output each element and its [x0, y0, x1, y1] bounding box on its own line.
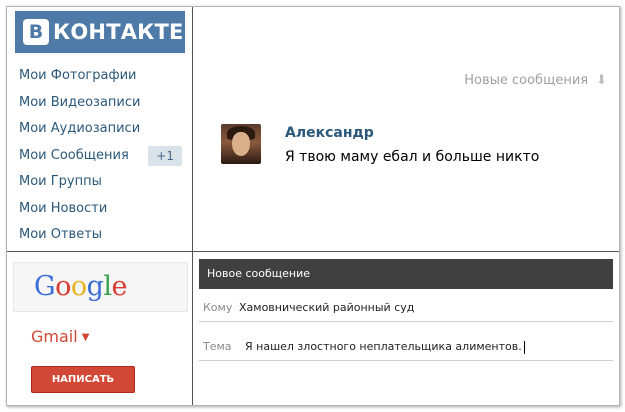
sidebar-item-answers[interactable]: Мои Ответы [19, 222, 184, 249]
vk-logo[interactable]: B КОНТАКТЕ [15, 11, 185, 53]
vk-logo-word: КОНТАКТЕ [53, 20, 184, 44]
sidebar-item-news[interactable]: Мои Новости [19, 196, 184, 223]
sidebar-menu: Мои Фотографии Мои Видеозаписи Мои Аудио… [19, 63, 184, 249]
sidebar-item-messages[interactable]: Мои Сообщения +1 [19, 143, 184, 170]
sidebar-item-label: Мои Ответы [19, 227, 103, 242]
sidebar-item-label: Мои Видеозаписи [19, 94, 141, 110]
avatar-face [232, 132, 250, 156]
google-logo[interactable]: Google [34, 271, 128, 302]
vk-logo-mark: B [23, 19, 49, 45]
subject-field[interactable]: Тема Я нашел злостного неплательщика али… [199, 333, 613, 361]
subject-label: Тема [203, 340, 232, 353]
message-sender[interactable]: Александр [285, 125, 374, 141]
to-label: Кому [203, 301, 233, 314]
vertical-divider [192, 7, 193, 405]
to-value: Хамовнический районный суд [239, 301, 415, 314]
sidebar-item-label: Мои Группы [19, 174, 102, 189]
sidebar-item-label: Мои Фотографии [19, 68, 137, 83]
new-messages-label: Новые сообщения [464, 73, 589, 88]
gmail-menu[interactable]: Gmail ▼ [31, 327, 89, 346]
screenshot-frame: B КОНТАКТЕ Мои Фотографии Мои Видеозапис… [6, 6, 620, 406]
new-messages-link[interactable]: Новые сообщения ⬇ [464, 73, 607, 88]
subject-value-wrap: Я нашел злостного неплательщика алименто… [245, 333, 525, 361]
sidebar-item-label: Мои Аудиозаписи [19, 121, 141, 136]
compose-button[interactable]: НАПИСАТЬ [31, 366, 135, 393]
google-logo-box: Google [13, 262, 188, 312]
caret-down-icon: ▼ [81, 332, 90, 343]
compose-header: Новое сообщение [199, 259, 613, 289]
sidebar-item-groups[interactable]: Мои Группы [19, 169, 184, 196]
message-text: Я твою маму ебал и больше никто [285, 149, 540, 165]
sidebar-item-videos[interactable]: Мои Видеозаписи [19, 90, 184, 117]
sidebar-item-audio[interactable]: Мои Аудиозаписи [19, 116, 184, 143]
sidebar-item-photos[interactable]: Мои Фотографии [19, 63, 184, 90]
down-arrow-icon: ⬇ [596, 73, 607, 88]
avatar[interactable] [221, 124, 261, 164]
unread-count-badge: +1 [148, 145, 182, 166]
gmail-label: Gmail [31, 327, 78, 346]
sidebar-item-label: Мои Новости [19, 200, 108, 216]
subject-value: Я нашел злостного неплательщика алименто… [245, 340, 522, 353]
to-field[interactable]: Кому Хамовнический районный суд [199, 294, 613, 322]
sidebar-item-label: Мои Сообщения [19, 147, 129, 163]
text-cursor [523, 340, 525, 354]
